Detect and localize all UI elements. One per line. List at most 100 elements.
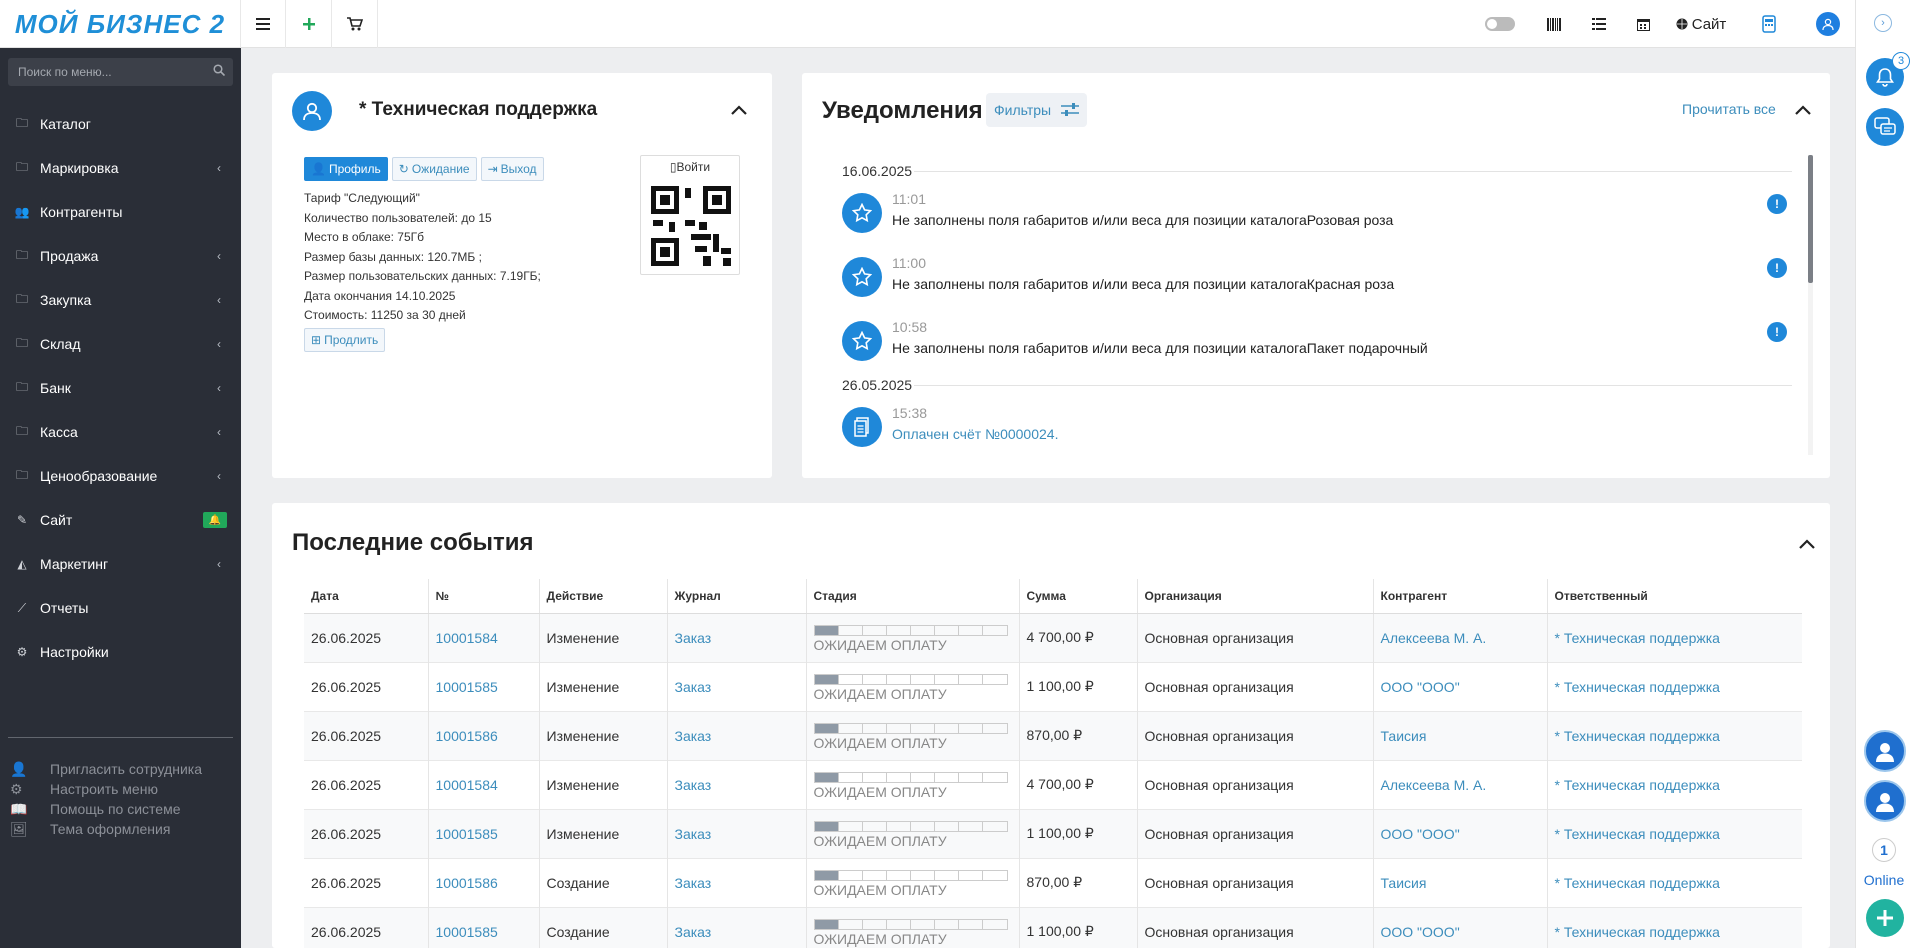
filters-button[interactable]: Фильтры bbox=[986, 93, 1088, 127]
search-icon[interactable] bbox=[213, 64, 225, 76]
responsible-link[interactable]: * Техническая поддержка bbox=[1555, 826, 1720, 842]
journal-link[interactable]: Заказ bbox=[675, 826, 712, 842]
column-header[interactable]: Контрагент bbox=[1373, 579, 1548, 614]
table-row[interactable]: 26.06.2025 10001584 Изменение Заказ ОЖИДАЕМ … bbox=[304, 612, 1802, 662]
notifications-bell-button[interactable]: 3 bbox=[1866, 52, 1910, 96]
journal-link[interactable]: Заказ bbox=[675, 777, 712, 793]
my-account-button[interactable] bbox=[1864, 730, 1906, 772]
number-link[interactable]: 10001584 bbox=[436, 630, 498, 646]
table-row[interactable]: 26.06.2025 10001586 Изменение Заказ ОЖИДАЕМ … bbox=[304, 710, 1802, 760]
table-row[interactable]: 26.06.2025 10001586 Создание Заказ ОЖИДАЕМ О… bbox=[304, 857, 1802, 907]
toggle-switch[interactable] bbox=[1485, 17, 1515, 31]
journal-link[interactable]: Заказ bbox=[675, 679, 712, 695]
user-menu-button[interactable] bbox=[1810, 0, 1846, 48]
counterparty-link[interactable]: Алексеева М. А. bbox=[1381, 777, 1487, 793]
sidebar-item-pricing[interactable]: 🗀 Ценообразование ‹ bbox=[0, 454, 241, 498]
journal-link[interactable]: Заказ bbox=[675, 630, 712, 646]
qr-login[interactable]: ▯Войти bbox=[640, 155, 740, 275]
table-row[interactable]: 26.06.2025 10001585 Изменение Заказ ОЖИДАЕМ … bbox=[304, 808, 1802, 858]
menu-search-input[interactable]: Поиск по меню... bbox=[8, 58, 233, 86]
counterparty-link[interactable]: Таисия bbox=[1381, 728, 1427, 744]
number-link[interactable]: 10001585 bbox=[436, 826, 498, 842]
notifications-scrollbar[interactable] bbox=[1808, 155, 1813, 455]
scrollbar-thumb[interactable] bbox=[1808, 155, 1813, 283]
counterparty-link[interactable]: ООО "ООО" bbox=[1381, 826, 1460, 842]
expand-panel-button[interactable]: › bbox=[1874, 14, 1892, 32]
column-header[interactable]: Ответственный bbox=[1547, 579, 1802, 614]
responsible-link[interactable]: * Техническая поддержка bbox=[1555, 924, 1720, 940]
help-link[interactable]: 📖 Помощь по системе bbox=[10, 799, 202, 819]
column-header[interactable]: № bbox=[428, 579, 540, 614]
sidebar-item-settings[interactable]: ⚙ Настройки bbox=[0, 630, 241, 674]
responsible-link[interactable]: * Техническая поддержка bbox=[1555, 630, 1720, 646]
chat-button[interactable] bbox=[1866, 108, 1904, 146]
add-widget-button[interactable] bbox=[1866, 899, 1904, 937]
sidebar-item-marking[interactable]: 🗀 Маркировка ‹ bbox=[0, 146, 241, 190]
number-link[interactable]: 10001586 bbox=[436, 728, 498, 744]
collapse-button[interactable] bbox=[1798, 535, 1816, 553]
notifications-list[interactable]: 16.06.2025 11:01 Не заполнены поля габар… bbox=[842, 155, 1802, 455]
sidebar-item-catalog[interactable]: 🗀 Каталог bbox=[0, 102, 241, 146]
prolong-button[interactable]: ⊞ Продлить bbox=[304, 328, 386, 352]
add-button[interactable] bbox=[287, 0, 332, 48]
site-button[interactable]: Сайт bbox=[1666, 0, 1736, 48]
sidebar-item-reports[interactable]: ⟋ Отчеты bbox=[0, 586, 241, 630]
number-link[interactable]: 10001585 bbox=[436, 924, 498, 940]
cart-button[interactable] bbox=[333, 0, 378, 48]
sidebar-item-counterparties[interactable]: 👥 Контрагенты bbox=[0, 190, 241, 234]
calendar-button[interactable] bbox=[1621, 0, 1666, 48]
counterparty-link[interactable]: ООО "ООО" bbox=[1381, 679, 1460, 695]
column-header[interactable]: Организация bbox=[1137, 579, 1374, 614]
table-row[interactable]: 26.06.2025 10001585 Изменение Заказ ОЖИДАЕМ … bbox=[304, 661, 1802, 711]
counterparty-link[interactable]: Таисия bbox=[1381, 875, 1427, 891]
collapse-button[interactable] bbox=[730, 101, 748, 119]
column-header[interactable]: Сумма bbox=[1019, 579, 1138, 614]
notification-item[interactable]: 11:01 Не заполнены поля габаритов и/или … bbox=[842, 185, 1797, 237]
responsible-link[interactable]: * Техническая поддержка bbox=[1555, 728, 1720, 744]
journal-link[interactable]: Заказ bbox=[675, 924, 712, 940]
notification-item[interactable]: 11:00 Не заполнены поля габаритов и/или … bbox=[842, 249, 1797, 301]
table-row[interactable]: 26.06.2025 10001584 Изменение Заказ ОЖИДАЕМ … bbox=[304, 759, 1802, 809]
sidebar-item-bank[interactable]: 🗀 Банк ‹ bbox=[0, 366, 241, 410]
collapse-button[interactable] bbox=[1794, 101, 1812, 119]
theme-link[interactable]: 🖼 Тема оформления bbox=[10, 819, 202, 839]
journal-link[interactable]: Заказ bbox=[675, 875, 712, 891]
column-header[interactable]: Дата bbox=[304, 579, 429, 614]
read-all-link[interactable]: Прочитать все bbox=[1682, 101, 1776, 117]
my-account-button[interactable] bbox=[1864, 780, 1906, 822]
sidebar-item-marketing[interactable]: ◭ Маркетинг ‹ bbox=[0, 542, 241, 586]
number-link[interactable]: 10001584 bbox=[436, 777, 498, 793]
invite-employee-link[interactable]: 👤 Пригласить сотрудника bbox=[10, 759, 202, 779]
sidebar-item-purchase[interactable]: 🗀 Закупка ‹ bbox=[0, 278, 241, 322]
responsible-link[interactable]: * Техническая поддержка bbox=[1555, 679, 1720, 695]
journal-link[interactable]: Заказ bbox=[675, 728, 712, 744]
cash-register-button[interactable] bbox=[1750, 0, 1788, 48]
table-row[interactable]: 26.06.2025 10001585 Создание Заказ ОЖИДАЕМ О… bbox=[304, 906, 1802, 948]
logo[interactable]: МОЙ БИЗНЕС 2 bbox=[0, 0, 241, 48]
column-header[interactable]: Действие bbox=[539, 579, 668, 614]
exit-button[interactable]: ⇥ Выход bbox=[480, 157, 544, 181]
waiting-button[interactable]: ↻ Ожидание bbox=[391, 157, 477, 181]
responsible-link[interactable]: * Техническая поддержка bbox=[1555, 777, 1720, 793]
sidebar-item-warehouse[interactable]: 🗀 Склад ‹ bbox=[0, 322, 241, 366]
list-button[interactable] bbox=[1576, 0, 1621, 48]
counterparty-link[interactable]: ООО "ООО" bbox=[1381, 924, 1460, 940]
configure-menu-link[interactable]: ⚙ Настроить меню bbox=[10, 779, 202, 799]
number-link[interactable]: 10001585 bbox=[436, 679, 498, 695]
column-header[interactable]: Журнал bbox=[667, 579, 807, 614]
profile-button[interactable]: 👤 Профиль bbox=[304, 157, 388, 181]
notification-item[interactable]: 15:38 Оплачен счёт №0000024. bbox=[842, 399, 1797, 451]
number-link[interactable]: 10001586 bbox=[436, 875, 498, 891]
sidebar-item-cashbox[interactable]: 🗀 Касса ‹ bbox=[0, 410, 241, 454]
menu-toggle-button[interactable] bbox=[241, 0, 286, 48]
responsible-link[interactable]: * Техническая поддержка bbox=[1555, 875, 1720, 891]
notification-item[interactable]: 10:58 Не заполнены поля габаритов и/или … bbox=[842, 313, 1797, 365]
barcode-button[interactable] bbox=[1531, 0, 1576, 48]
sidebar-item-sales[interactable]: 🗀 Продажа ‹ bbox=[0, 234, 241, 278]
theme-toggle[interactable] bbox=[1482, 0, 1518, 48]
counterparty-link[interactable]: Алексеева М. А. bbox=[1381, 630, 1487, 646]
column-header[interactable]: Стадия bbox=[806, 579, 1020, 614]
invoice-paid-link[interactable]: Оплачен счёт №0000024. bbox=[892, 426, 1058, 442]
cell-text: Изменение bbox=[546, 776, 620, 793]
sidebar-item-site[interactable]: ✎ Сайт 🔔 bbox=[0, 498, 241, 542]
